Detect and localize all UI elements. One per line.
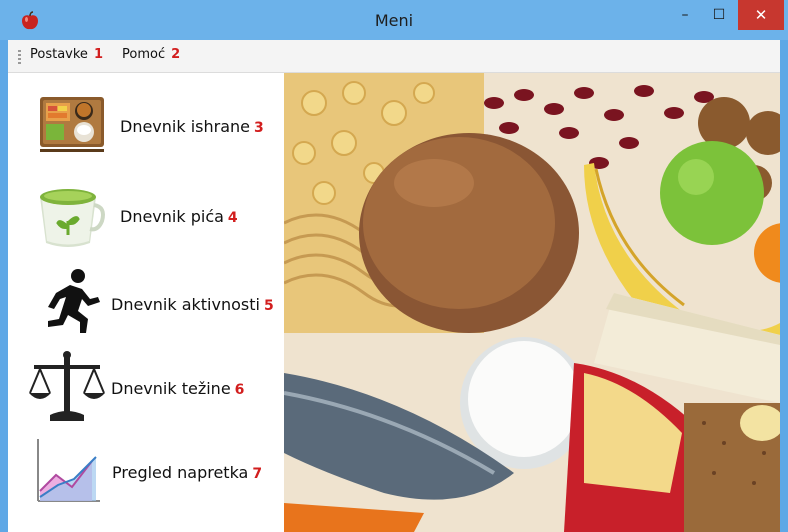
app-window: Meni – ☐ ✕ Postavke 1 Pomoć 2 Dnevnik is… (0, 0, 788, 532)
sidebar-item-label: Dnevnik težine 6 (111, 379, 244, 398)
menu-postavke[interactable]: Postavke 1 (30, 47, 103, 62)
sidebar-item-dnevnik-tezine[interactable]: Dnevnik težine 6 (8, 345, 284, 425)
menu-pomoc-marker: 2 (171, 47, 181, 62)
main-content: Dnevnik ishrane 3 Dnevnik pića 4 Dnevnik… (8, 73, 780, 532)
running-person-icon (48, 269, 100, 333)
menu-pomoc[interactable]: Pomoć 2 (122, 47, 180, 62)
sidebar-item-label: Pregled napretka 7 (112, 463, 262, 482)
sidebar-item-marker: 3 (254, 120, 264, 136)
sidebar-item-dnevnik-aktivnosti[interactable]: Dnevnik aktivnosti 5 (8, 263, 284, 343)
sidebar-item-label: Dnevnik pića 4 (120, 207, 238, 226)
sidebar-item-label: Dnevnik ishrane 3 (120, 117, 264, 136)
tea-cup-icon (40, 189, 105, 247)
menu-postavke-marker: 1 (93, 47, 103, 62)
sidebar-item-dnevnik-ishrane[interactable]: Dnevnik ishrane 3 (8, 87, 284, 167)
sidebar-item-marker: 4 (227, 210, 238, 226)
close-button[interactable]: ✕ (738, 0, 784, 30)
sidebar-item-pregled-napretka[interactable]: Pregled napretka 7 (8, 431, 284, 511)
menu-pomoc-label: Pomoć (122, 47, 166, 62)
sidebar-item-label: Dnevnik aktivnosti 5 (111, 295, 274, 314)
title-bar[interactable]: Meni – ☐ ✕ (0, 0, 788, 40)
sidebar-item-text: Dnevnik ishrane (120, 117, 250, 136)
sidebar-item-text: Pregled napretka (112, 463, 249, 482)
sidebar-item-marker: 7 (252, 466, 263, 482)
progress-chart-icon (37, 439, 100, 502)
sidebar-item-text: Dnevnik težine (111, 379, 231, 398)
menu-bar: Postavke 1 Pomoć 2 (8, 40, 780, 73)
maximize-button[interactable]: ☐ (702, 0, 736, 30)
sidebar-item-marker: 6 (234, 382, 245, 398)
sidebar-item-text: Dnevnik pića (120, 207, 224, 226)
food-photo (284, 73, 780, 532)
menu-postavke-label: Postavke (30, 47, 88, 62)
food-tray-icon (40, 97, 104, 152)
sidebar-item-dnevnik-pica[interactable]: Dnevnik pića 4 (8, 177, 284, 257)
toolbar-grip[interactable] (18, 50, 21, 64)
minimize-button[interactable]: – (668, 0, 702, 30)
sidebar-item-marker: 5 (263, 298, 274, 314)
sidebar-item-text: Dnevnik aktivnosti (111, 295, 260, 314)
sidebar: Dnevnik ishrane 3 Dnevnik pića 4 Dnevnik… (8, 73, 284, 532)
scales-icon (29, 351, 105, 421)
